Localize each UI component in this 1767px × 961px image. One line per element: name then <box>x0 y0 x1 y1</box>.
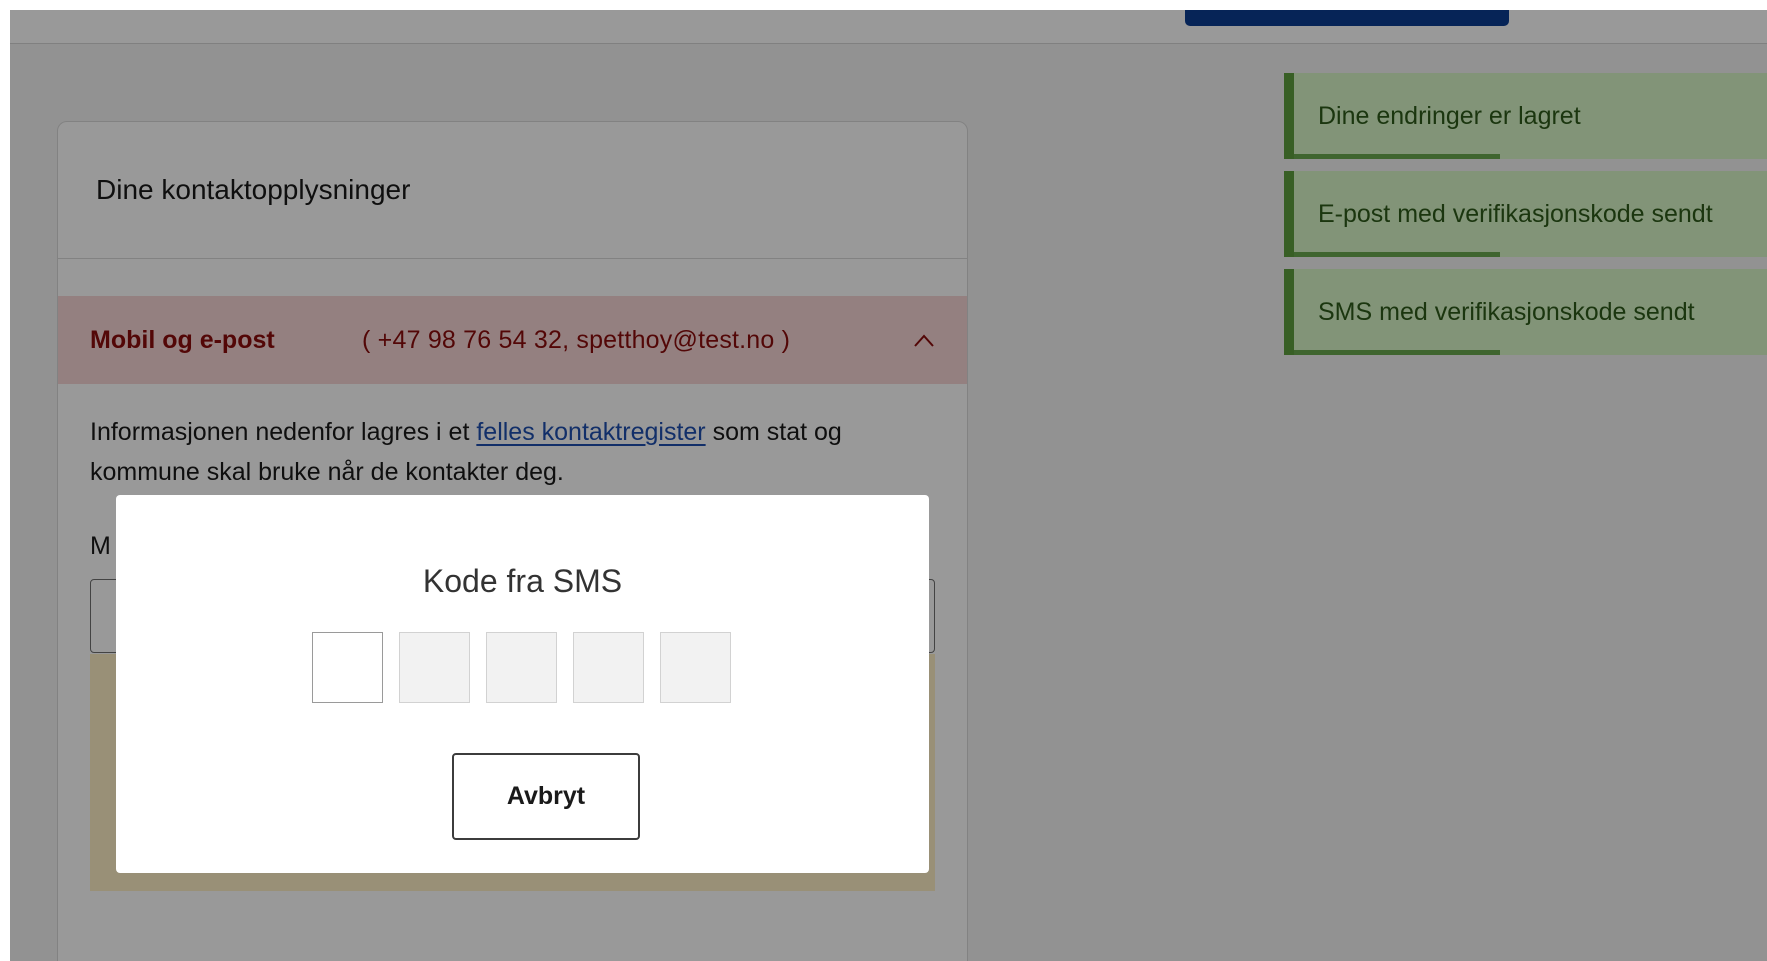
code-digit-3[interactable] <box>486 632 557 703</box>
cancel-button[interactable]: Avbryt <box>452 753 640 840</box>
code-digit-2[interactable] <box>399 632 470 703</box>
code-digit-5[interactable] <box>660 632 731 703</box>
code-input-row <box>312 632 731 703</box>
modal-title: Kode fra SMS <box>422 563 623 599</box>
code-digit-1[interactable] <box>312 632 383 703</box>
code-digit-4[interactable] <box>573 632 644 703</box>
page: Dine kontaktopplysninger Mobil og e-post… <box>10 10 1767 961</box>
sms-code-dialog: Kode fra SMS Avbryt <box>116 495 929 873</box>
